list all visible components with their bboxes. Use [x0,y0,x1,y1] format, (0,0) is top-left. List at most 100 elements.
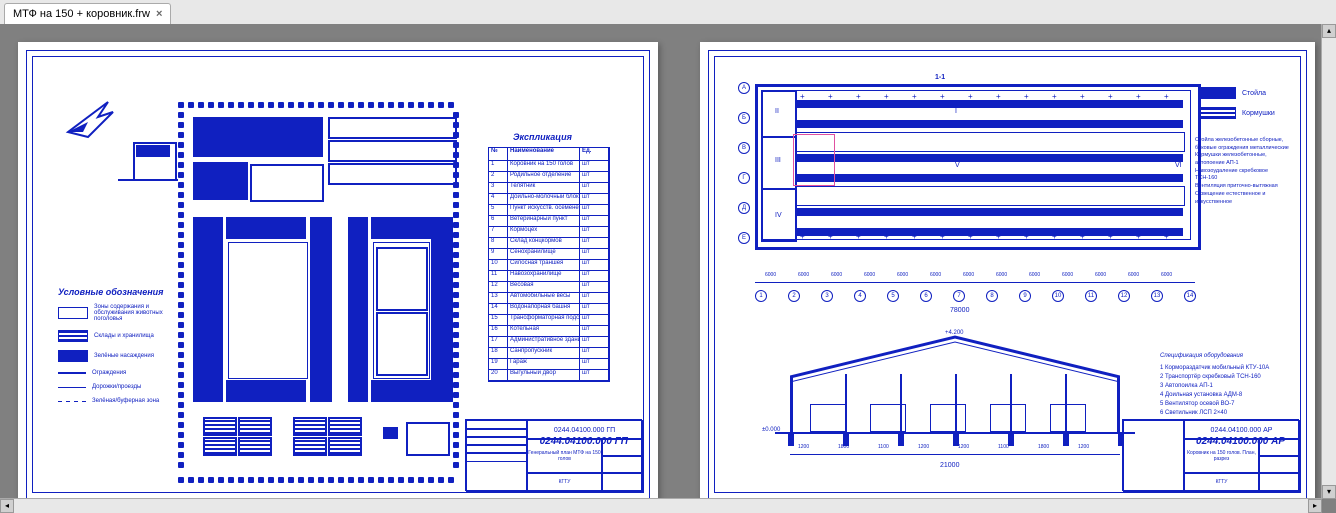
stall-row [795,100,1183,108]
stall-row [795,154,1183,162]
scroll-right-button[interactable]: ▸ [1308,499,1322,513]
legend: Зоны содержания и обслуживания животных … [58,304,173,412]
stamp-org: КГТУ [1183,472,1260,492]
dim-line [755,282,1195,283]
building-outline [328,117,457,139]
dim-total: 78000 [950,307,969,314]
explication-title: Экспликация [513,132,572,142]
wall [790,377,793,432]
close-icon[interactable]: × [156,8,162,20]
document-tab[interactable]: МТФ на 150 + коровник.frw × [4,3,171,24]
stamp-title: Генеральный план МТФ на 150 голов [526,438,603,474]
sheet-genplan: for(let i=0;i<28;i++)document.write('<sp… [18,42,658,507]
col-header: Ед. [580,148,609,160]
zone-label: II [775,108,779,115]
tab-bar: МТФ на 150 + коровник.frw × [0,0,1336,25]
legend-item: Зелёная/буферная зона [92,398,159,404]
yard [228,242,308,379]
section-mark: 1-1 [935,74,945,81]
zone-label: I [955,108,957,115]
building [348,217,368,402]
legend-item: Склады и хранилища [94,333,154,339]
scroll-left-button[interactable]: ◂ [0,499,14,513]
axis-letters: АБВГДЕ [738,82,752,252]
note-line: Навозоудаление скребковое ТСН-160 [1195,168,1290,183]
stamp-code: 0244.04100.000 АР [1183,420,1300,440]
app-window: МТФ на 150 + коровник.frw × for(let i=0;… [0,0,1336,513]
building [371,380,449,402]
legend-item: Зелёные насаждения [94,353,154,359]
legend-item: Стойла [1242,90,1266,97]
note-line: Кормушки железобетонные, автопоение АП-1 [1195,152,1290,167]
title-block: 0244.04100.000 АР Коровник на 150 голов.… [1122,419,1299,491]
spec-row: 6 Светильник ЛСП 2×40 [1160,409,1290,418]
col-header: № [489,148,508,160]
stamp-title: Коровник на 150 голов. План, разрез [1183,438,1260,474]
vertical-scrollbar[interactable]: ▴ ▾ [1321,24,1336,499]
room [761,90,797,138]
building-outline [328,140,457,162]
horizontal-scrollbar[interactable]: ◂ ▸ [0,498,1322,513]
stall-row [795,174,1183,182]
building-outline [328,163,457,185]
feed-alley [795,186,1185,206]
building-outline [406,422,450,456]
building [193,117,323,157]
stamp-org: КГТУ [526,472,603,492]
building-outline [250,164,324,202]
section-view: for(let i=1;i<6;i++)document.write('<div… [790,332,1120,472]
zone-label: V [955,162,960,169]
note-line: Освещение естественное и искусственное [1195,191,1290,206]
road [118,179,178,181]
building-outline [328,437,362,456]
scroll-down-button[interactable]: ▾ [1322,485,1336,499]
stall-row [795,120,1183,128]
building-outline [376,247,428,311]
spec-block: Спецификация оборудования 1 Кормораздатч… [1160,352,1290,418]
plan-view: I II III IV V VI for(let i=0;i<14;i++)do… [755,72,1195,272]
stall-row [795,208,1183,216]
dim-values: 6000600060006000600060006000600060006000… [755,272,1195,282]
dim-line [790,454,1120,455]
building-outline [238,437,272,456]
tab-title: МТФ на 150 + коровник.frw [13,8,150,20]
building-outline [376,312,428,376]
axis-numbers: 1234567891011121314 [755,290,1195,304]
legend-item: Кормушки [1242,110,1275,117]
zone-label: IV [775,212,782,219]
title-block: 0244.04100.000 ГП Генеральный план МТФ н… [465,419,642,491]
notes-block: Стойла железобетонные сборные, боковые о… [1195,137,1290,206]
spec-title: Спецификация оборудования [1160,352,1290,361]
building [193,217,223,402]
building [226,380,306,402]
spec-row: 1 Кормораздатчик мобильный КТУ-10А [1160,364,1290,373]
building [136,145,170,157]
legend-right: Стойла Кормушки [1200,87,1290,127]
building [431,217,453,402]
wall [1117,377,1120,432]
sheet-building: I II III IV V VI for(let i=0;i<14;i++)do… [700,42,1315,507]
feed-alley [795,132,1185,152]
building [226,217,306,239]
spec-row: 4 Доильная установка АДМ-8 [1160,391,1290,400]
legend-item: Зоны содержания и обслуживания животных … [94,304,173,322]
building-outline [293,437,327,456]
explication-table: № Наименование Ед. 1Коровник на 150 голо… [488,147,610,382]
zone-label: VI [1175,162,1182,169]
stamp-code: 0244.04100.000 ГП [526,420,643,440]
scroll-up-button[interactable]: ▴ [1322,24,1336,38]
legend-item: Ограждения [92,370,126,376]
building-outline [203,417,237,436]
legend-item: Дорожки/проезды [92,384,141,390]
elev-mark: ±0.000 [762,427,780,433]
building-outline [328,417,362,436]
elev-mark: +4.200 [945,330,964,336]
building-outline [293,417,327,436]
spec-row: 2 Транспортёр скребковый ТСН-160 [1160,373,1290,382]
drawing-canvas[interactable]: for(let i=0;i<28;i++)document.write('<sp… [0,24,1336,513]
note-line: Вентиляция приточно-вытяжная [1195,183,1290,191]
dim-total: 21000 [940,462,959,469]
stall-row [795,228,1183,236]
building [310,217,332,402]
building-outline [238,417,272,436]
